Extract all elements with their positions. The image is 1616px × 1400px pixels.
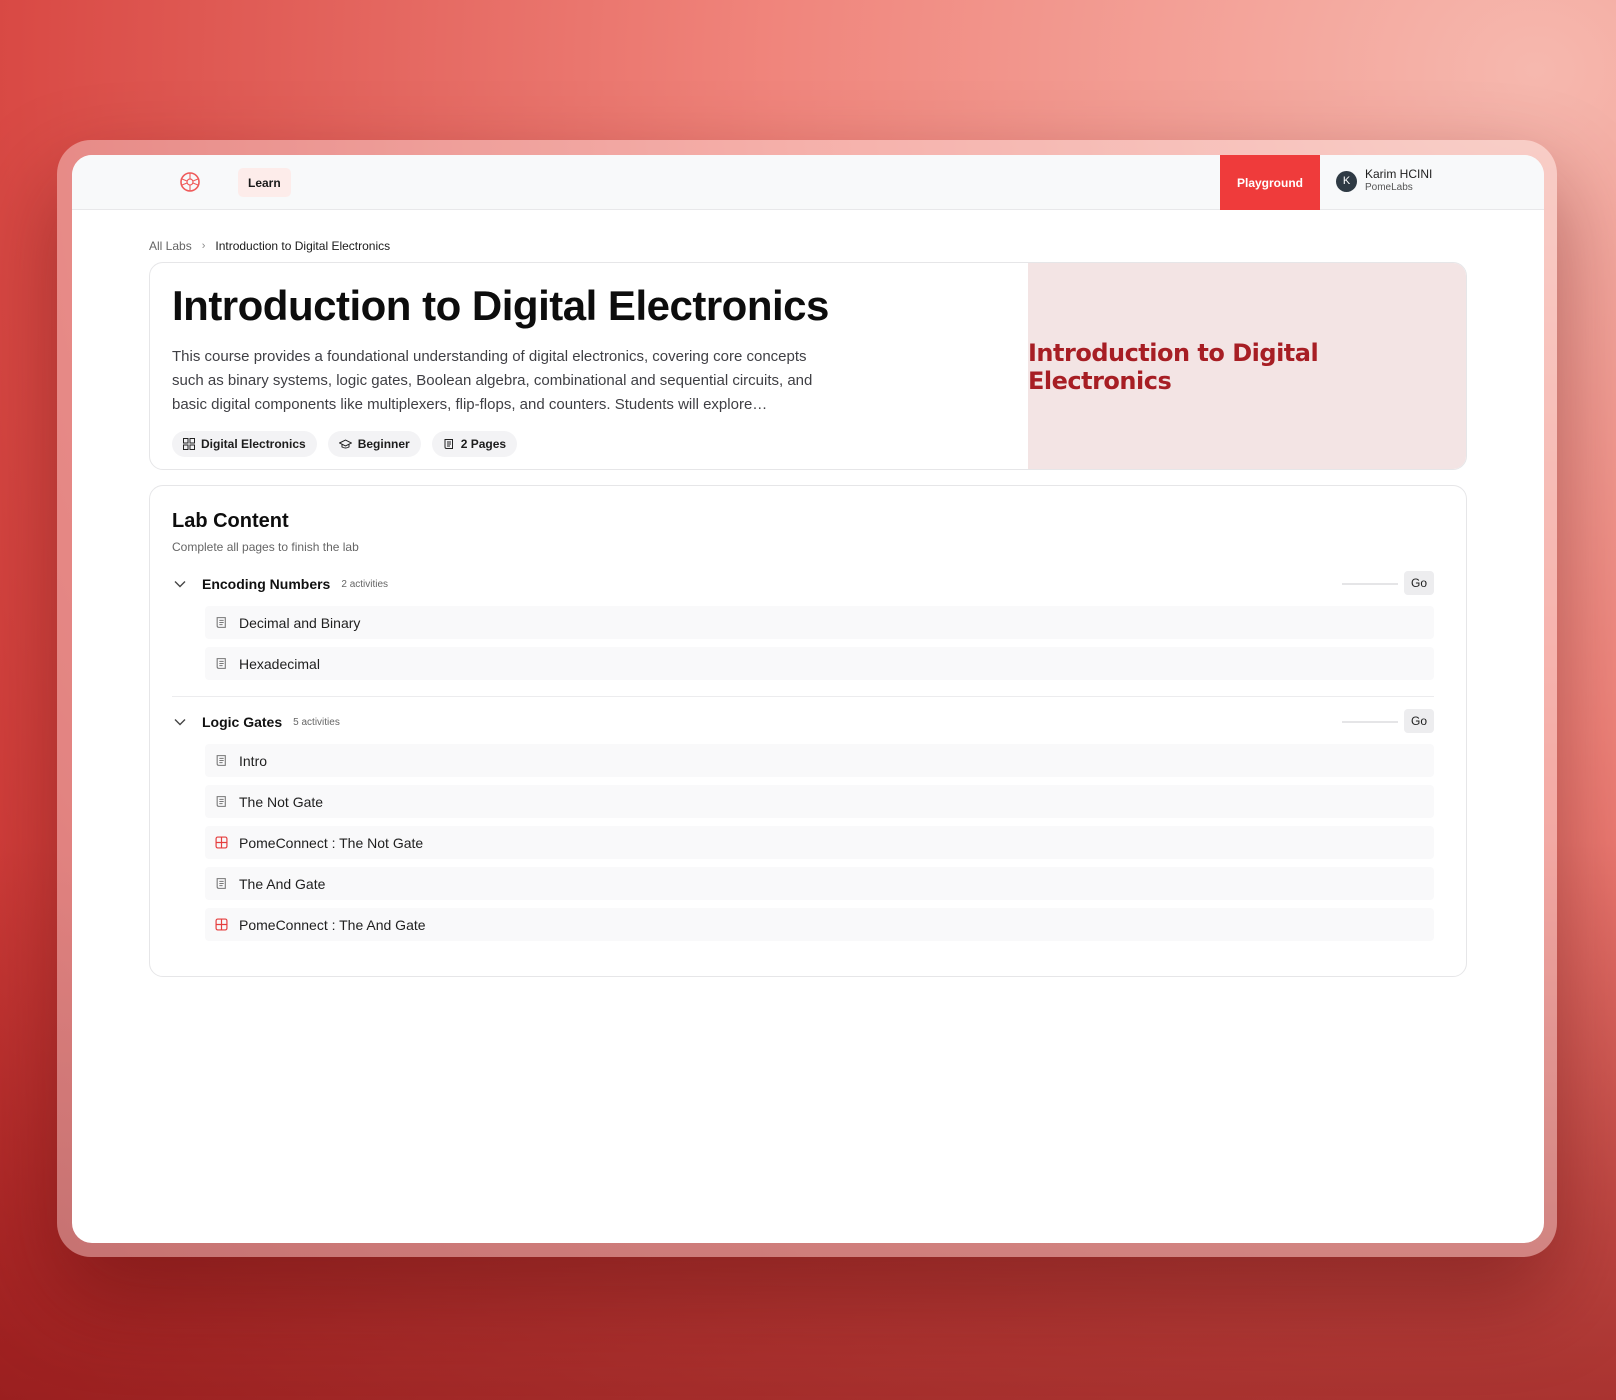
activity-item[interactable]: Hexadecimal <box>205 647 1434 680</box>
scroll-icon <box>215 657 229 671</box>
chevron-right-icon: › <box>201 240 206 252</box>
user-org: PomeLabs <box>1365 182 1413 193</box>
scroll-icon <box>215 795 229 809</box>
tag-level-label: Beginner <box>357 437 410 451</box>
activity-label: PomeConnect : The Not Gate <box>239 834 424 851</box>
scroll-icon <box>215 616 229 630</box>
module-activity-count: 5 activities <box>293 716 340 728</box>
activity-label: The Not Gate <box>239 793 324 810</box>
lab-content-card: Lab Content Complete all pages to finish… <box>149 485 1467 977</box>
activity-label: The And Gate <box>239 875 326 892</box>
section-title: Lab Content <box>172 510 289 532</box>
activity-label: PomeConnect : The And Gate <box>239 916 426 933</box>
avatar[interactable]: K <box>1336 170 1357 192</box>
go-button[interactable]: Go <box>1404 571 1434 595</box>
tag-list: Digital Electronics Beginner 2 Pages <box>172 431 992 457</box>
circuit-grid-icon <box>215 836 229 850</box>
divider <box>172 696 1434 697</box>
breadcrumb: All Labs › Introduction to Digital Elect… <box>149 239 390 253</box>
app-window: Learn Playground K Karim HCINI PomeLabs … <box>72 155 1544 1243</box>
tag-pages-label: 2 Pages <box>460 437 507 451</box>
graduation-cap-icon <box>338 439 352 449</box>
chevron-down-icon[interactable] <box>172 576 188 592</box>
go-button[interactable]: Go <box>1404 709 1434 733</box>
scroll-icon <box>215 754 229 768</box>
lab-cover-title: Introduction to Digital Electronics <box>1028 339 1319 395</box>
module-progress-bar <box>1342 583 1398 585</box>
tag-level: Beginner <box>327 431 421 457</box>
playground-button[interactable]: Playground <box>1220 155 1320 210</box>
section-subtitle: Complete all pages to finish the lab <box>172 540 359 554</box>
page-title: Introduction to Digital Electronics <box>172 282 829 329</box>
activity-item[interactable]: Decimal and Binary <box>205 606 1434 639</box>
chevron-down-icon[interactable] <box>172 714 188 730</box>
module-name: Encoding Numbers <box>202 576 331 592</box>
grid-icon <box>183 438 195 450</box>
tag-pages: 2 Pages <box>431 431 518 457</box>
user-name: Karim HCINI <box>1365 167 1433 181</box>
breadcrumb-all-labs[interactable]: All Labs <box>149 239 192 253</box>
module-activity-count: 2 activities <box>341 578 389 590</box>
breadcrumb-current: Introduction to Digital Electronics <box>215 239 391 253</box>
tag-topic-label: Digital Electronics <box>201 437 306 451</box>
activity-item[interactable]: PomeConnect : The And Gate <box>205 908 1434 941</box>
circuit-grid-icon <box>215 918 229 932</box>
lab-hero-card: Introduction to Digital Electronics This… <box>149 262 1467 470</box>
lab-cover-panel: Introduction to Digital Electronics <box>1028 263 1466 469</box>
tag-topic: Digital Electronics <box>172 431 317 457</box>
lab-description: This course provides a foundational unde… <box>172 348 813 413</box>
scroll-icon <box>215 877 229 891</box>
learn-nav-button[interactable]: Learn <box>238 168 291 197</box>
activity-label: Hexadecimal <box>239 655 320 672</box>
module-name: Logic Gates <box>202 714 283 730</box>
scroll-icon <box>444 439 453 449</box>
activity-item[interactable]: Intro <box>205 744 1434 777</box>
activity-item[interactable]: The Not Gate <box>205 785 1434 818</box>
activity-item[interactable]: The And Gate <box>205 867 1434 900</box>
module-progress-bar <box>1342 721 1398 723</box>
pomelabs-logo-icon[interactable] <box>179 171 201 193</box>
activity-label: Decimal and Binary <box>239 614 361 631</box>
user-menu[interactable]: K Karim HCINI PomeLabs <box>1336 167 1432 195</box>
activity-item[interactable]: PomeConnect : The Not Gate <box>205 826 1434 859</box>
module-header-encoding-numbers[interactable]: Encoding Numbers 2 activities Go <box>172 571 1434 597</box>
activity-label: Intro <box>239 752 268 769</box>
module-header-logic-gates[interactable]: Logic Gates 5 activities Go <box>172 709 1434 735</box>
top-navbar: Learn Playground K Karim HCINI PomeLabs <box>72 155 1544 210</box>
